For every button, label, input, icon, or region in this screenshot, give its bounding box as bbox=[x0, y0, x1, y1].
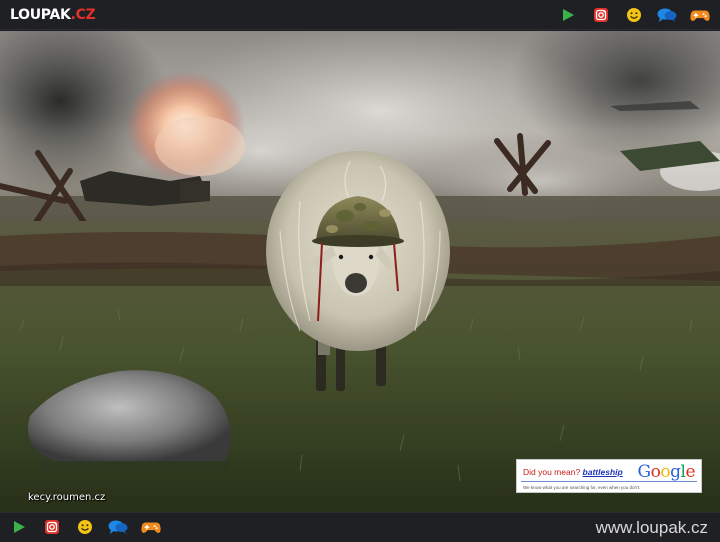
top-bar: LOUPAK.CZ bbox=[0, 0, 720, 30]
google-did-you-mean-ad: Did you mean? battleship Google We know … bbox=[516, 459, 702, 493]
chat-icon[interactable] bbox=[657, 5, 677, 25]
play-icon[interactable] bbox=[558, 5, 578, 25]
did-you-mean-label: Did you mean? bbox=[523, 467, 581, 477]
logo-tld: .CZ bbox=[70, 7, 96, 23]
smiley-icon[interactable] bbox=[624, 5, 644, 25]
did-you-mean-line: Did you mean? battleship bbox=[523, 467, 623, 477]
gamepad-icon[interactable] bbox=[690, 5, 710, 25]
ad-divider bbox=[521, 481, 697, 482]
instagram-icon[interactable] bbox=[42, 517, 62, 537]
top-icon-bar bbox=[545, 5, 710, 25]
smiley-icon[interactable] bbox=[75, 517, 95, 537]
play-icon[interactable] bbox=[9, 517, 29, 537]
bottom-icon-bar bbox=[9, 517, 174, 537]
google-logo: Google bbox=[637, 462, 696, 482]
ad-tagline: We know what you are searching for, even… bbox=[523, 485, 641, 490]
photo-watermark: kecy.roumen.cz bbox=[28, 492, 106, 503]
suggested-term-link: battleship bbox=[582, 467, 623, 477]
battle-sheep-image bbox=[0, 31, 720, 512]
meme-photo: kecy.roumen.cz bbox=[0, 31, 720, 512]
instagram-icon[interactable] bbox=[591, 5, 611, 25]
chat-icon[interactable] bbox=[108, 517, 128, 537]
site-logo[interactable]: LOUPAK.CZ bbox=[10, 6, 96, 24]
logo-main: LOUPAK bbox=[10, 7, 71, 23]
site-url[interactable]: www.loupak.cz bbox=[596, 519, 708, 537]
gamepad-icon[interactable] bbox=[141, 517, 161, 537]
